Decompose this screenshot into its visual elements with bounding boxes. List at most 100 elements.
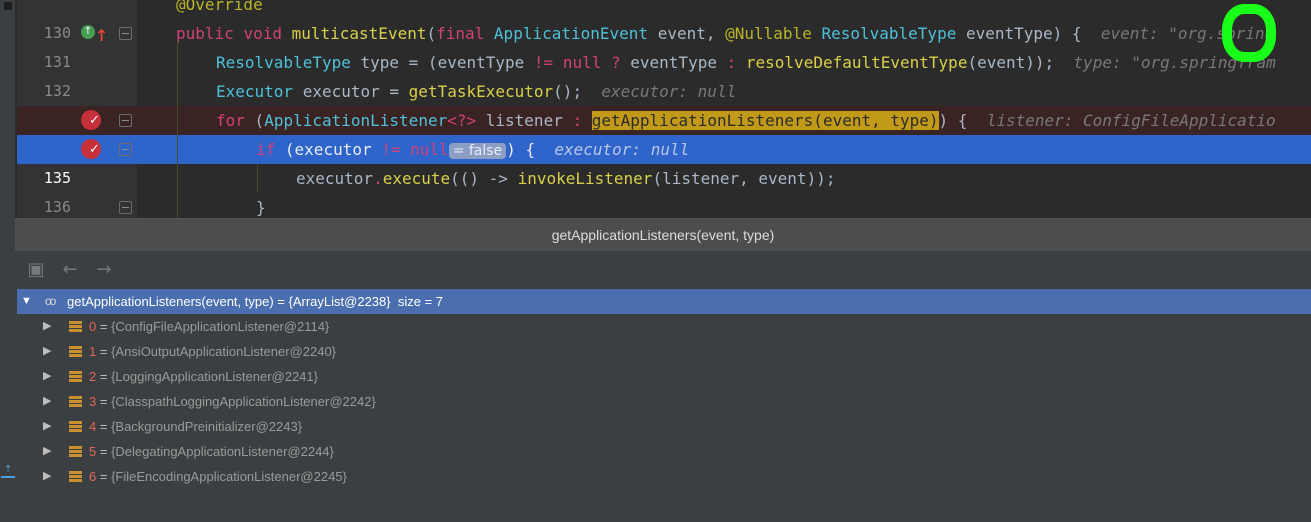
tree-item-row[interactable]: ▶ 1 = {AnsiOutputApplicationListener@224… <box>15 339 1311 364</box>
param: event, <box>657 24 716 43</box>
breakpoint-icon[interactable]: ✓ <box>81 110 101 130</box>
expand-triangle-icon[interactable]: ▶ <box>43 389 51 414</box>
code-text: } <box>256 198 266 217</box>
expression-evaluation-popup[interactable]: getApplicationListeners(event, type) ▣ ←… <box>15 218 1311 522</box>
method-name: getTaskExecutor <box>408 82 554 101</box>
popup-toolbar: ▣ ← → <box>15 251 1311 289</box>
selected-expression[interactable]: getApplicationListeners(event, type) <box>591 111 939 130</box>
annotation-override: @Override <box>176 0 263 14</box>
cursor-highlight-marker <box>1222 4 1276 62</box>
expand-triangle-icon[interactable]: ▶ <box>43 314 51 339</box>
inline-value-badge: = false <box>448 143 507 159</box>
code-line-134[interactable]: 134 ✓ for (ApplicationListener<?> listen… <box>17 106 1311 158</box>
fold-icon[interactable] <box>119 114 132 127</box>
code-text: type = (eventType <box>360 53 525 72</box>
breakpoint-gutter[interactable]: ✓ <box>81 139 103 161</box>
field-icon <box>69 421 82 432</box>
keyword: if <box>256 140 276 159</box>
field-icon <box>69 371 82 382</box>
field-icon <box>69 346 82 357</box>
equals-sign: = <box>96 394 112 409</box>
fold-icon[interactable] <box>119 27 132 40</box>
code-line-136[interactable]: 136 executor.execute(() -> invokeListene… <box>17 164 1311 216</box>
code-line-135-current[interactable]: 135 ✓ if (executor != null = false) { exe… <box>17 135 1311 187</box>
fold-icon[interactable] <box>119 143 132 156</box>
code-line-133[interactable]: 133 Executor executor = getTaskExecutor(… <box>17 77 1311 129</box>
tree-item-row[interactable]: ▶ 5 = {DelegatingApplicationListener@224… <box>15 439 1311 464</box>
item-value: {ConfigFileApplicationListener@2114} <box>111 319 330 334</box>
tree-item-row[interactable]: ▶ 0 = {ConfigFileApplicationListener@211… <box>15 314 1311 339</box>
folder-icon[interactable]: ▣ <box>25 259 47 281</box>
tree-item-row[interactable]: ▶ 3 = {ClasspathLoggingApplicationListen… <box>15 389 1311 414</box>
breakpoint-gutter[interactable]: ✓ <box>81 110 103 132</box>
expand-triangle-icon[interactable]: ▶ <box>43 339 51 364</box>
tree-root-row[interactable]: ▼ oo getApplicationListeners(event, type… <box>17 289 1311 314</box>
code-text: (executor <box>284 140 372 159</box>
code-line-137[interactable]: 137 } <box>17 193 1311 218</box>
code-line-132[interactable]: 132 ResolvableType type = (eventType != … <box>17 48 1311 100</box>
code-text: ) { <box>506 140 536 159</box>
root-value: {ArrayList@2238} <box>288 294 391 309</box>
param: eventType) { <box>965 24 1082 43</box>
type: ResolvableType <box>216 53 351 72</box>
tree-item-row[interactable]: ▶ 4 = {BackgroundPreinitializer@2243} <box>15 414 1311 439</box>
paren: ( <box>426 24 437 43</box>
tree-item-row[interactable]: ▶ 2 = {LoggingApplicationListener@2241} <box>15 364 1311 389</box>
variables-tree[interactable]: ▼ oo getApplicationListeners(event, type… <box>15 289 1311 522</box>
popup-title: getApplicationListeners(event, type) <box>15 219 1311 251</box>
keyword: final <box>436 24 485 43</box>
back-arrow-icon[interactable]: ← <box>59 259 81 281</box>
tool-square <box>4 2 12 10</box>
indent-guide <box>257 164 258 193</box>
method-name: resolveDefaultEventType <box>745 53 968 72</box>
code-line-130[interactable]: 130 @Override <box>17 0 1311 42</box>
breakpoint-icon[interactable]: ✓ <box>81 139 101 159</box>
collapse-triangle-icon[interactable]: ▼ <box>21 289 32 314</box>
keyword: null <box>410 140 449 159</box>
item-value: {ClasspathLoggingApplicationListener@224… <box>111 394 376 409</box>
type: ResolvableType <box>821 24 957 43</box>
code-editor[interactable]: 130 @Override 131 ↑ ↑ public void multic… <box>17 0 1311 218</box>
keyword: null <box>562 53 602 72</box>
code-text: (); <box>553 82 583 101</box>
operator: : <box>726 53 737 72</box>
override-gutter-icon[interactable]: ↑ ↑ <box>81 23 108 45</box>
operator: != <box>381 140 401 159</box>
override-icon: ↑ <box>81 25 95 39</box>
operator: : <box>572 111 583 130</box>
expand-triangle-icon[interactable]: ▶ <box>43 464 51 489</box>
annotation: @Nullable <box>725 24 812 43</box>
paren: ( <box>254 111 265 130</box>
code-line-131[interactable]: 131 ↑ ↑ public void multicastEvent(final… <box>17 19 1311 71</box>
code-text: executor = <box>302 82 400 101</box>
keyword: void <box>243 24 282 43</box>
expand-triangle-icon[interactable]: ▶ <box>43 439 51 464</box>
root-expression: getApplicationListeners(event, type) <box>67 294 274 309</box>
operator: . <box>373 169 383 188</box>
root-size: size = 7 <box>397 294 444 309</box>
method-name: multicastEvent <box>291 24 427 43</box>
expand-triangle-icon[interactable]: ▶ <box>43 364 51 389</box>
expand-triangle-icon[interactable]: ▶ <box>43 414 51 439</box>
code-text: (event)); <box>967 53 1055 72</box>
code-text: (listener, event)); <box>652 169 836 188</box>
type: ApplicationEvent <box>493 24 649 43</box>
fold-icon[interactable] <box>119 201 132 214</box>
upload-arrow-icon[interactable]: ⇡ <box>1 460 15 478</box>
inline-debug-hint: listener: ConfigFileApplicatio <box>986 111 1276 130</box>
code-text: eventType <box>630 53 717 72</box>
code-text: listener <box>485 111 563 130</box>
equals-sign: = <box>96 344 112 359</box>
equals-sign: = <box>96 444 112 459</box>
equals-sign: = <box>96 369 112 384</box>
equals-sign: = <box>96 319 112 334</box>
generic: <?> <box>447 111 477 130</box>
equals-sign: = <box>273 294 289 309</box>
code-text: executor <box>296 169 374 188</box>
tree-item-row[interactable]: ▶ 6 = {FileEncodingApplicationListener@2… <box>15 464 1311 489</box>
code-text: (() -> <box>450 169 508 188</box>
inline-debug-hint: executor: null <box>554 140 690 159</box>
forward-arrow-icon[interactable]: → <box>93 259 115 281</box>
method-name: execute <box>382 169 451 188</box>
field-icon <box>69 471 82 482</box>
